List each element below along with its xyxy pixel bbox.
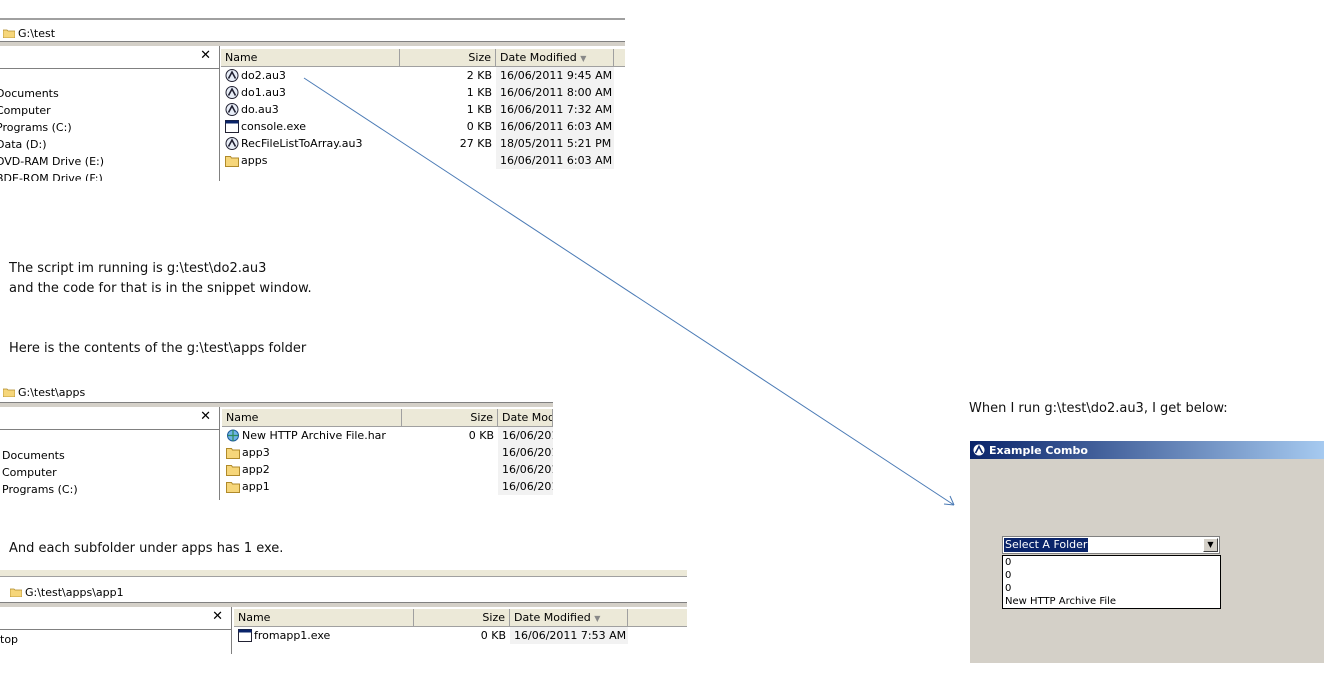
autoit-app-icon [973, 444, 985, 456]
chevron-down-icon[interactable]: ▼ [1203, 538, 1218, 552]
window-title: Example Combo [989, 443, 1088, 457]
example-combo-window: Example Combo Select A Folder ▼ 0 0 0 Ne… [970, 441, 1324, 663]
list-item[interactable]: 0 [1005, 569, 1220, 582]
note-result: When I run g:\test\do2.au3, I get below: [969, 401, 1228, 416]
window-titlebar[interactable]: Example Combo [970, 441, 1324, 459]
list-item[interactable]: New HTTP Archive File [1005, 595, 1220, 608]
combo-dropdown-list: 0 0 0 New HTTP Archive File [1002, 555, 1221, 609]
list-item[interactable]: 0 [1005, 582, 1220, 595]
list-item[interactable]: 0 [1005, 556, 1220, 569]
combo-selected-text: Select A Folder [1004, 538, 1089, 552]
folder-combobox[interactable]: Select A Folder ▼ [1002, 536, 1220, 554]
